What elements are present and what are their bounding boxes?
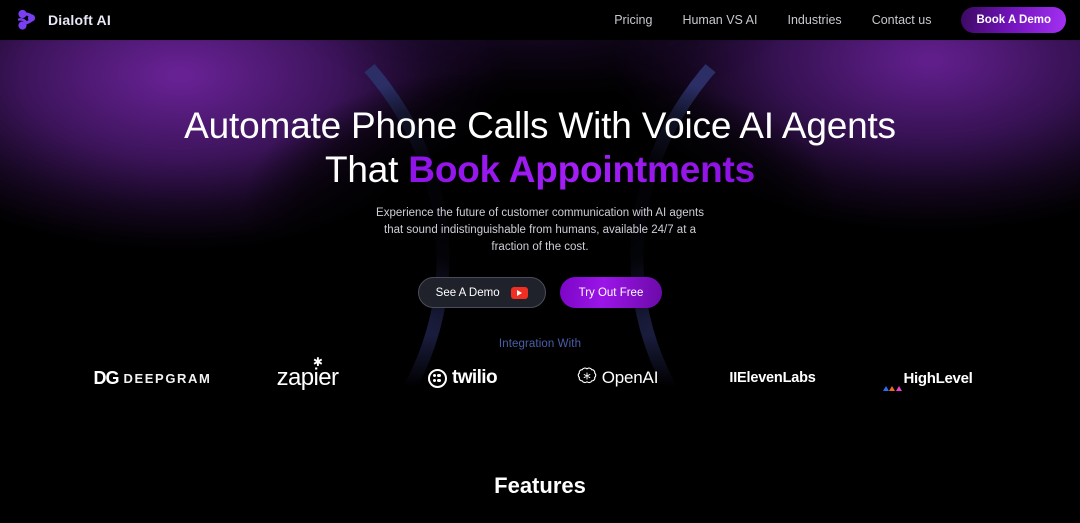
zapier-wordmark-text: zapier bbox=[276, 364, 339, 391]
book-a-demo-button[interactable]: Book A Demo bbox=[961, 7, 1066, 33]
dialoft-logo-icon bbox=[14, 7, 40, 33]
brand-name: Dialoft AI bbox=[48, 12, 111, 28]
features-heading: Features bbox=[494, 473, 586, 498]
highlevel-arrow-2 bbox=[889, 369, 895, 391]
logo-item-deepgram[interactable]: DG DEEPGRAM bbox=[75, 368, 230, 389]
headline-line-2-prefix: That bbox=[324, 149, 409, 190]
openai-mark bbox=[577, 366, 597, 391]
zapier-wordmark: zapier ✱ bbox=[276, 355, 339, 392]
logo-item-twilio[interactable]: twilio bbox=[385, 367, 540, 389]
elevenlabs-logo-icon: IIElevenLabs bbox=[729, 370, 815, 386]
zapier-star-icon: ✱ bbox=[312, 355, 323, 369]
twilio-wordmark: twilio bbox=[452, 367, 498, 388]
youtube-play-icon bbox=[510, 286, 528, 299]
highlevel-wordmark: HighLevel bbox=[903, 369, 973, 387]
logo-item-zapier[interactable]: zapier ✱ bbox=[230, 355, 385, 392]
logo-item-openai[interactable]: OpenAI bbox=[540, 366, 695, 391]
see-a-demo-button[interactable]: See A Demo bbox=[417, 277, 546, 308]
deepgram-mark: DG bbox=[93, 367, 120, 388]
nav-item-pricing[interactable]: Pricing bbox=[614, 13, 652, 27]
logo-item-elevenlabs[interactable]: IIElevenLabs bbox=[695, 370, 850, 386]
nav-item-contact-us[interactable]: Contact us bbox=[872, 13, 932, 27]
hero-subtitle: Experience the future of customer commun… bbox=[376, 207, 704, 253]
deepgram-logo-icon: DG DEEPGRAM bbox=[94, 368, 212, 389]
highlevel-arrow-3 bbox=[895, 369, 902, 391]
nav-item-human-vs-ai[interactable]: Human VS AI bbox=[682, 13, 757, 27]
zapier-logo-icon: zapier ✱ bbox=[276, 355, 339, 392]
try-out-free-button[interactable]: Try Out Free bbox=[559, 277, 663, 308]
elevenlabs-wordmark: IIElevenLabs bbox=[729, 370, 816, 386]
openai-wordmark: OpenAI bbox=[601, 368, 659, 387]
nav-item-industries[interactable]: Industries bbox=[787, 13, 841, 27]
top-navigation-bar: Dialoft AI Pricing Human VS AI Industrie… bbox=[0, 0, 1080, 40]
integration-logos: DG DEEPGRAM zapier ✱ twilio OpenAI IIEle… bbox=[0, 352, 1080, 404]
page-title: Automate Phone Calls With Voice AI Agent… bbox=[0, 104, 1080, 192]
openai-logo-icon: OpenAI bbox=[577, 366, 658, 391]
headline-line-1: Automate Phone Calls With Voice AI Agent… bbox=[184, 105, 896, 146]
logo-item-highlevel[interactable]: HighLevel bbox=[850, 369, 1005, 391]
nav-links: Pricing Human VS AI Industries Contact u… bbox=[614, 7, 1066, 33]
landing-page: Dialoft AI Pricing Human VS AI Industrie… bbox=[0, 0, 1080, 523]
hero-section: Automate Phone Calls With Voice AI Agent… bbox=[0, 0, 1080, 350]
hero-cta-row: See A Demo Try Out Free bbox=[0, 277, 1080, 308]
highlevel-logo-icon: HighLevel bbox=[882, 369, 973, 391]
brand-logo[interactable]: Dialoft AI bbox=[14, 7, 111, 33]
headline-accent: Book Appointments bbox=[408, 149, 756, 190]
twilio-mark bbox=[428, 368, 448, 388]
highlevel-arrows-icon bbox=[882, 369, 902, 391]
see-a-demo-label: See A Demo bbox=[435, 286, 500, 299]
twilio-logo-icon: twilio bbox=[428, 367, 498, 389]
highlevel-arrow-1 bbox=[882, 369, 889, 391]
integration-label: Integration With bbox=[498, 338, 582, 350]
deepgram-wordmark: DEEPGRAM bbox=[123, 370, 212, 386]
